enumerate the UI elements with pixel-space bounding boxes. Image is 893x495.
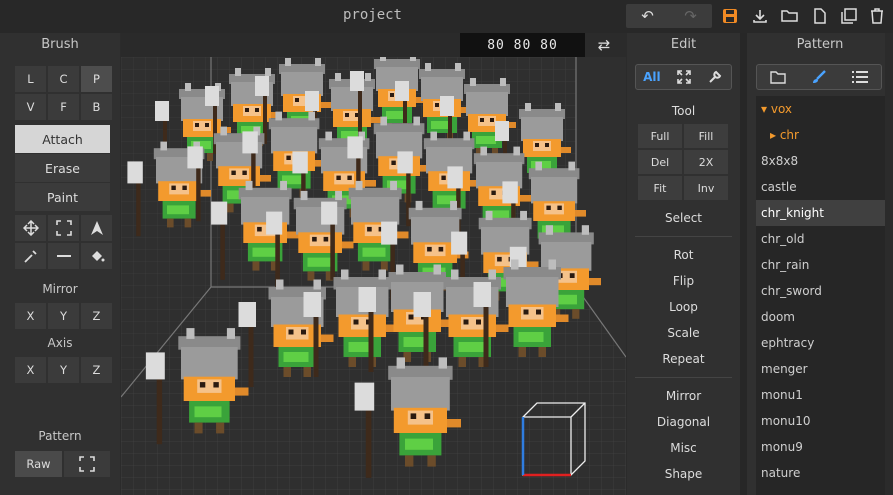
mirror-y-button[interactable]: Y — [48, 303, 79, 329]
inv-button[interactable]: Inv — [684, 176, 728, 200]
brush-icon[interactable] — [798, 65, 839, 89]
pattern-list-item[interactable]: 8x8x8 — [756, 148, 886, 174]
pattern-list-item[interactable]: chr_rain — [756, 252, 886, 278]
shape-button[interactable]: Shape — [627, 467, 740, 481]
mode-c-button[interactable]: C — [48, 66, 79, 92]
mirror-z-button[interactable]: Z — [81, 303, 112, 329]
viewport-header — [121, 33, 460, 57]
duplicate-icon[interactable] — [838, 6, 860, 26]
redo-button[interactable]: ↷ — [669, 4, 712, 28]
brush-panel: Brush L C P V F B Attach Erase Paint Mir… — [0, 33, 120, 495]
expand-icon[interactable] — [668, 65, 700, 89]
rot-button[interactable]: Rot — [627, 248, 740, 262]
brush-mode-grid: L C P V F B — [15, 66, 112, 120]
full-button[interactable]: Full — [638, 124, 682, 148]
mirror-x-button[interactable]: X — [15, 303, 46, 329]
trash-icon[interactable] — [866, 6, 888, 26]
undo-redo-group: ↶ ↷ — [626, 4, 712, 28]
edit-tool-grid: Full Fill Del 2X Fit Inv — [638, 124, 728, 200]
brush-tool-grid — [15, 215, 112, 269]
list-icon[interactable] — [840, 65, 881, 89]
undo-button[interactable]: ↶ — [626, 4, 669, 28]
pattern-list-item[interactable]: chr_sword — [756, 278, 886, 304]
diagonal-button[interactable]: Diagonal — [627, 415, 740, 429]
flip-button[interactable]: Flip — [627, 274, 740, 288]
fit-button[interactable]: Fit — [638, 176, 682, 200]
mode-b-button[interactable]: B — [81, 94, 112, 120]
voxel-viewport[interactable] — [121, 57, 626, 495]
mirror-op-button[interactable]: Mirror — [627, 389, 740, 403]
axis-x-button[interactable]: X — [15, 357, 46, 383]
mode-f-button[interactable]: F — [48, 94, 79, 120]
pattern-header: Pattern — [796, 37, 844, 52]
attach-button[interactable]: Attach — [15, 125, 110, 153]
pattern-scrollbar[interactable] — [885, 33, 893, 495]
pattern-list-item[interactable]: menger — [756, 356, 886, 382]
pattern-panel: Pattern ▾ vox ▸ chr 8x8x8 castle chr_knight c… — [747, 33, 893, 495]
voxel-scene — [121, 57, 626, 495]
pattern-frame-icon[interactable] — [64, 451, 110, 477]
select-box-icon[interactable] — [48, 215, 79, 241]
edit-divider — [635, 236, 732, 237]
swap-icon[interactable]: ⇄ — [592, 36, 616, 54]
pattern-list-item[interactable]: monu9 — [756, 434, 886, 460]
mirror-label: Mirror — [42, 282, 78, 296]
edit-divider-2 — [635, 377, 732, 378]
repeat-button[interactable]: Repeat — [627, 352, 740, 366]
pattern-tab-bar — [756, 64, 882, 90]
paint-button[interactable]: Paint — [15, 183, 110, 211]
edit-tab-bar: All — [635, 64, 732, 90]
pattern-list-item[interactable]: ephtracy — [756, 330, 886, 356]
wrench-icon[interactable] — [699, 65, 731, 89]
move-icon[interactable] — [15, 215, 46, 241]
mode-l-button[interactable]: L — [15, 66, 46, 92]
edit-header: Edit — [670, 37, 697, 52]
pattern-label: Pattern — [38, 429, 82, 443]
2x-button[interactable]: 2X — [684, 150, 728, 174]
edit-scrollbar[interactable] — [740, 33, 747, 495]
mode-v-button[interactable]: V — [15, 94, 46, 120]
pattern-folder[interactable]: ▸ chr — [756, 122, 886, 148]
scale-button[interactable]: Scale — [627, 326, 740, 340]
pattern-list-item[interactable]: monu10 — [756, 408, 886, 434]
erase-button[interactable]: Erase — [15, 154, 110, 182]
line-icon[interactable] — [48, 243, 79, 269]
pattern-mode-group: Raw — [15, 451, 110, 477]
del-button[interactable]: Del — [638, 150, 682, 174]
misc-button[interactable]: Misc — [627, 441, 740, 455]
pattern-list-item[interactable]: chr_old — [756, 226, 886, 252]
axis-label: Axis — [47, 336, 73, 350]
tab-all[interactable]: All — [636, 65, 668, 89]
pattern-list: ▾ vox ▸ chr 8x8x8 castle chr_knight chr_old ch… — [756, 96, 886, 495]
axis-y-button[interactable]: Y — [48, 357, 79, 383]
pattern-list-item[interactable]: doom — [756, 304, 886, 330]
axis-grid: X Y Z — [15, 357, 112, 383]
pattern-list-item[interactable]: nature — [756, 460, 886, 486]
mode-p-button[interactable]: P — [81, 66, 112, 92]
folder-icon[interactable] — [757, 65, 798, 89]
pattern-list-item[interactable]: castle — [756, 174, 886, 200]
fill-button[interactable]: Fill — [684, 124, 728, 148]
pattern-folder[interactable]: ▾ vox — [756, 96, 886, 122]
axis-z-button[interactable]: Z — [81, 357, 112, 383]
edit-panel: Edit All Tool Full Fill Del 2X Fit Inv S… — [627, 33, 740, 495]
eyedropper-icon[interactable] — [15, 243, 46, 269]
title-bar: project ↶ ↷ — [0, 0, 893, 33]
paint-bucket-icon[interactable] — [81, 243, 112, 269]
import-icon[interactable] — [749, 6, 771, 26]
pattern-list-item[interactable]: chr_knight — [756, 200, 886, 226]
brush-header: Brush — [41, 37, 79, 52]
open-folder-icon[interactable] — [779, 6, 801, 26]
pattern-list-item[interactable]: monu1 — [756, 382, 886, 408]
tool-label: Tool — [671, 104, 696, 118]
select-button[interactable]: Select — [627, 211, 740, 225]
cursor-icon[interactable] — [81, 215, 112, 241]
mirror-grid: X Y Z — [15, 303, 112, 329]
raw-button[interactable]: Raw — [15, 451, 62, 477]
loop-button[interactable]: Loop — [627, 300, 740, 314]
volume-dimensions[interactable]: 80 80 80 — [460, 33, 585, 57]
save-icon[interactable] — [719, 6, 741, 26]
new-file-icon[interactable] — [809, 6, 831, 26]
